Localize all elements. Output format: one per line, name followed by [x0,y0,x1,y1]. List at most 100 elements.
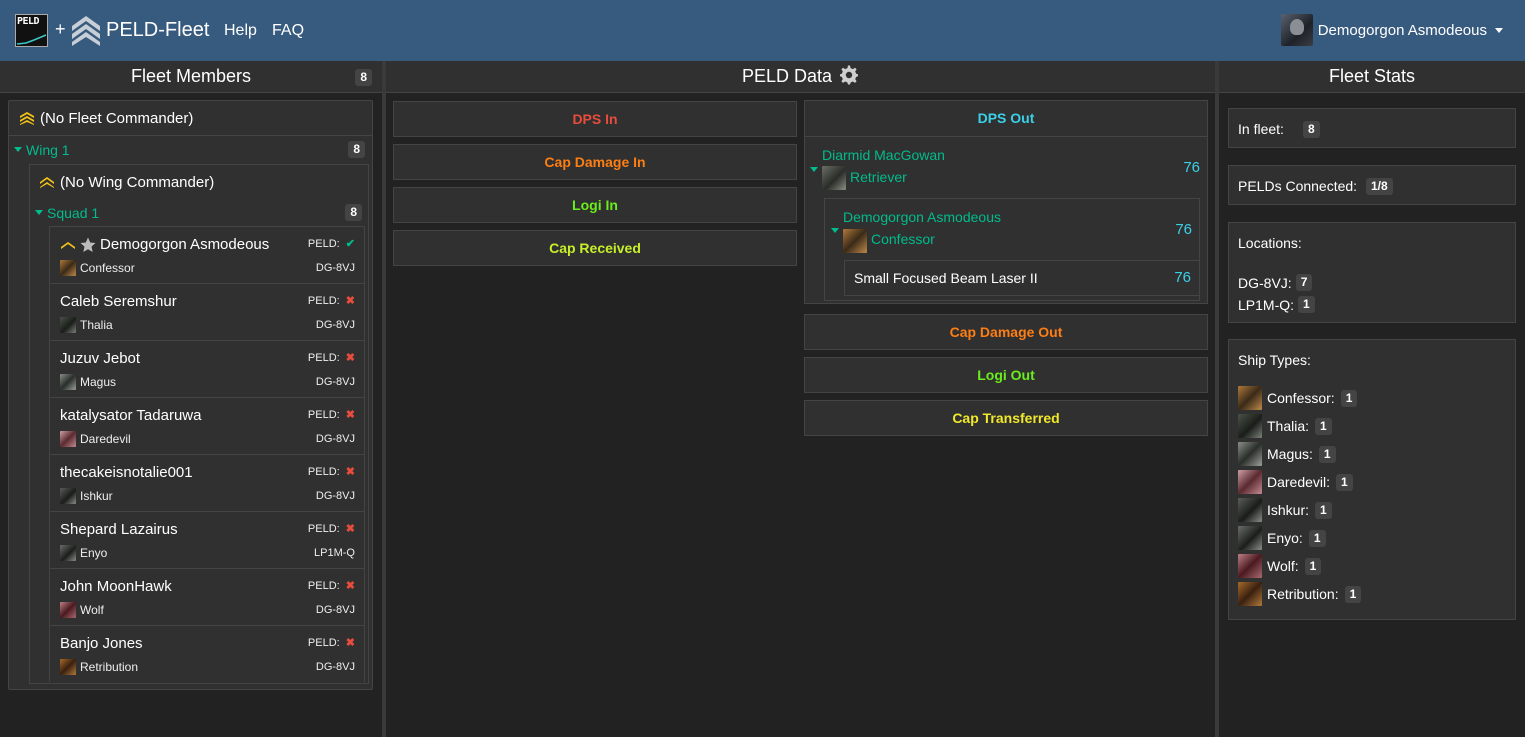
ship-type-item: Confessor: 1 [1238,386,1358,410]
source-ship: Retriever [850,169,907,185]
member-name: Banjo Jones [60,635,143,652]
member-ship-name: Thalia [80,318,113,332]
location-count: 7 [1295,274,1313,291]
logi-out-box[interactable]: Logi Out [804,357,1208,393]
cap-damage-in-box[interactable]: Cap Damage In [393,144,797,180]
cross-icon: ✖ [345,580,355,592]
location-item: LP1M-Q: 1 [1238,296,1315,313]
member-peld-status: PELD: ✔ [308,237,355,250]
member-peld-status: PELD: ✖ [308,522,355,535]
brand-title[interactable]: PELD-Fleet [106,19,209,42]
user-menu[interactable]: Demogorgon Asmodeous [1280,14,1503,46]
enyo-icon [60,545,76,561]
squad-count: 8 [345,204,362,221]
ship-type-name: Magus: [1267,446,1313,462]
dps-out-target: Demogorgon Asmodeous Confessor 76 Small … [824,198,1200,301]
navbar: PELD + PELD-Fleet Help FAQ Demogorgon As… [0,0,1525,61]
peld-label: PELD: [307,637,340,649]
member-ship-name: Retribution [80,660,139,674]
cross-icon: ✖ [345,295,355,307]
help-link[interactable]: Help [224,22,257,40]
member-row[interactable]: thecakeisnotalie001 Ishkur PELD: ✖ DG-8V… [50,455,364,512]
cross-icon: ✖ [345,352,355,364]
pelds-connected-stat: PELDs Connected: 1/8 [1228,165,1516,205]
ship-type-item: Magus: 1 [1238,442,1336,466]
pelds-connected-count: 1/8 [1366,178,1393,195]
ship-type-item: Retribution: 1 [1238,582,1362,606]
thalia-icon [1238,414,1262,438]
dps-out-source-row[interactable]: Diarmid MacGowan Retriever 76 [805,137,1207,197]
member-location: DG-8VJ [315,376,355,388]
peld-label: PELD: [307,295,340,307]
location-count: 1 [1298,296,1315,313]
daredevil-icon [60,431,76,447]
wolf-icon [60,602,76,618]
member-location: DG-8VJ [315,661,355,673]
cap-received-box[interactable]: Cap Received [393,230,797,266]
member-ship-name: Confessor [80,261,135,275]
ship-type-name: Wolf: [1267,558,1299,574]
member-ship-name: Daredevil [80,432,131,446]
member-row[interactable]: John MoonHawk Wolf PELD: ✖ DG-8VJ [50,569,364,626]
peld-label: PELD: [307,523,340,535]
member-ship-name: Magus [80,375,117,389]
dps-out-header[interactable]: DPS Out [805,101,1207,137]
weapon-value: 76 [1174,269,1191,286]
cross-icon: ✖ [345,466,355,478]
cap-transferred-box[interactable]: Cap Transferred [804,400,1208,436]
peld-data-header: PELD Data [386,61,1215,93]
member-row[interactable]: Shepard Lazairus Enyo PELD: ✖ LP1M-Q [50,512,364,569]
wing-label: Wing 1 [26,141,70,158]
peld-data-title: PELD Data [741,66,833,86]
member-row[interactable]: Banjo Jones Retribution PELD: ✖ DG-8VJ [50,626,364,683]
ship-type-name: Confessor: [1267,390,1335,406]
wing-header[interactable]: Wing 1 8 [9,136,372,163]
member-ship: Thalia [60,317,113,333]
ship-type-item: Enyo: 1 [1238,526,1326,550]
ship-type-count: 1 [1318,445,1336,463]
caret-down-icon [831,228,839,233]
fleet-commander-row[interactable]: (No Fleet Commander) [9,101,372,136]
wing-commander-row[interactable]: (No Wing Commander) [30,165,368,199]
peld-logo-text: PELD [17,16,40,27]
member-location: DG-8VJ [315,262,355,274]
member-row[interactable]: Juzuv Jebot Magus PELD: ✖ DG-8VJ [50,341,364,398]
location-item: DG-8VJ: 7 [1238,274,1313,291]
retribution-icon [1238,582,1262,606]
ship-type-count: 1 [1340,389,1358,407]
ship-type-name: Retribution: [1267,586,1339,602]
ship-type-item: Ishkur: 1 [1238,498,1332,522]
cap-damage-out-box[interactable]: Cap Damage Out [804,314,1208,350]
fleet-commander-label: (No Fleet Commander) [40,109,194,127]
weapon-name: Small Focused Beam Laser II [854,270,1038,286]
peld-label: PELD: [307,466,340,478]
enyo-icon [1238,526,1262,550]
faq-link[interactable]: FAQ [272,22,304,40]
member-ship-name: Ishkur [80,489,113,503]
fleet-tree: (No Fleet Commander) Wing 1 8 (No Wing C… [8,100,373,690]
logi-in-box[interactable]: Logi In [393,187,797,223]
wing-commander-icon [40,177,54,188]
member-location: DG-8VJ [315,433,355,445]
member-row[interactable]: Caleb Seremshur Thalia PELD: ✖ DG-8VJ [50,284,364,341]
peld-logo[interactable]: PELD [15,14,48,47]
squad-header[interactable]: Squad 1 8 [30,199,368,226]
peld-data-panel: PELD Data DPS In Cap Damage In Logi In C… [386,61,1215,737]
check-icon: ✔ [345,238,355,250]
dps-out-target-row[interactable]: Demogorgon Asmodeous Confessor 76 [825,199,1199,259]
ship-type-count: 1 [1344,585,1362,603]
ship-type-name: Daredevil: [1267,474,1331,490]
member-peld-status: PELD: ✖ [308,465,355,478]
member-name: John MoonHawk [60,578,172,595]
member-row[interactable]: Demogorgon Asmodeous Confessor PELD: ✔ D… [50,227,364,284]
in-fleet-stat: In fleet: 8 [1228,108,1516,148]
weapon-row[interactable]: Small Focused Beam Laser II 76 [844,260,1200,296]
fleet-logo-icon[interactable] [70,14,102,46]
gear-icon[interactable] [839,65,859,85]
member-ship: Magus [60,374,116,390]
dps-out-box: DPS Out Diarmid MacGowan Retriever 76 De… [804,100,1208,304]
ship-type-count: 1 [1315,417,1332,435]
member-ship: Ishkur [60,488,113,504]
dps-in-box[interactable]: DPS In [393,101,797,137]
member-row[interactable]: katalysator Tadaruwa Daredevil PELD: ✖ D… [50,398,364,455]
